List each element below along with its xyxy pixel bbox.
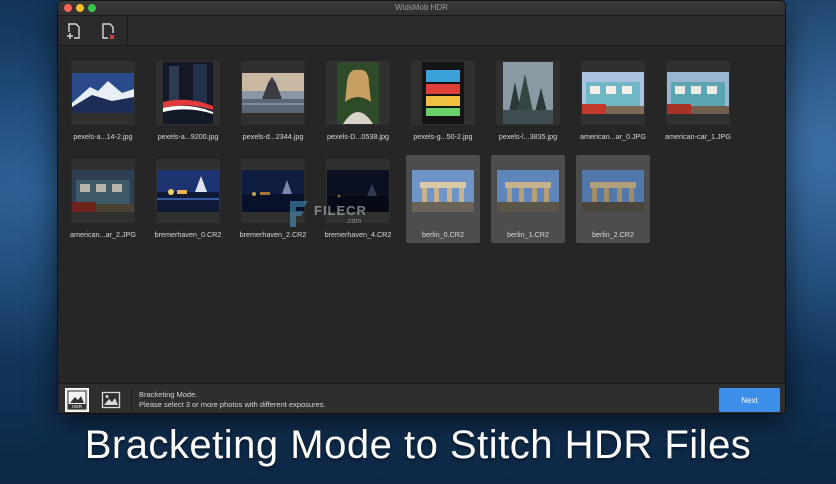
mode-title: Bracketing Mode. — [139, 390, 198, 399]
thumbnail-frame — [326, 61, 390, 125]
next-button[interactable]: Next — [719, 388, 780, 412]
thumbnail-label: american-car_1.JPG — [665, 132, 731, 141]
photo-image — [422, 62, 464, 124]
photo-thumbnail[interactable]: american...ar_2.JPG — [66, 155, 140, 243]
mode-divider — [131, 388, 132, 412]
photo-thumbnail[interactable]: pexels-l...3835.jpg — [491, 57, 565, 145]
thumbnail-label: american...ar_0.JPG — [580, 132, 646, 141]
thumbnail-frame — [581, 159, 645, 223]
bottom-bar: HDR Bracketing Mode. Please select 3 or … — [58, 383, 785, 413]
photo-image — [157, 170, 219, 212]
toolbar-divider — [127, 16, 128, 46]
photo-image — [163, 62, 213, 124]
title-bar: WidsMob HDR — [58, 1, 785, 16]
window-title: WidsMob HDR — [395, 3, 448, 12]
watermark: FILECR .com — [286, 195, 396, 231]
photo-thumbnail[interactable]: pexels-a...14-2.jpg — [66, 57, 140, 145]
thumbnail-frame — [156, 159, 220, 223]
photo-thumbnail[interactable]: american...ar_0.JPG — [576, 57, 650, 145]
photo-thumbnail[interactable]: pexels-D...0538.jpg — [321, 57, 395, 145]
thumbnail-label: american...ar_2.JPG — [70, 230, 136, 239]
thumbnail-frame — [241, 61, 305, 125]
photo-image — [242, 73, 304, 113]
thumbnail-label: pexels-d...2344.jpg — [242, 132, 304, 141]
photo-image — [412, 170, 474, 212]
svg-text:HDR: HDR — [72, 404, 82, 409]
add-photos-button[interactable] — [64, 21, 84, 41]
thumbnail-label: berlin_0.CR2 — [422, 230, 464, 239]
photo-grid: pexels-a...14-2.jpg pexels-a...9200.jpg — [58, 47, 785, 383]
thumbnail-frame — [666, 61, 730, 125]
thumbnail-label: pexels-a...14-2.jpg — [73, 132, 133, 141]
hdr-mode-button[interactable]: HDR — [65, 388, 89, 412]
photo-thumbnail[interactable]: pexels-g...50-2.jpg — [406, 57, 480, 145]
thumbnail-label: berlin_1.CR2 — [507, 230, 549, 239]
photo-image — [582, 72, 644, 114]
photo-image — [72, 170, 134, 212]
remove-photos-button[interactable] — [98, 21, 118, 41]
remove-file-icon — [102, 23, 116, 40]
photo-image — [667, 72, 729, 114]
thumbnail-label: bremerhaven_4.CR2 — [324, 230, 392, 239]
hdr-icon: HDR — [67, 390, 87, 410]
app-window: WidsMob HDR pexels-a...14-2.jpg pexels-a… — [57, 0, 786, 414]
thumbnail-frame — [71, 159, 135, 223]
thumbnail-label: pexels-g...50-2.jpg — [413, 132, 473, 141]
photo-thumbnail[interactable]: bremerhaven_0.CR2 — [151, 155, 225, 243]
photo-thumbnail[interactable]: american-car_1.JPG — [661, 57, 735, 145]
photo-thumbnail-selected[interactable]: berlin_1.CR2 — [491, 155, 565, 243]
thumbnail-frame — [71, 61, 135, 125]
photo-image — [582, 170, 644, 212]
thumbnail-label: pexels-l...3835.jpg — [498, 132, 558, 141]
toolbar — [58, 16, 785, 46]
mode-description: Please select 3 or more photos with diff… — [139, 400, 326, 409]
promo-caption: Bracketing Mode to Stitch HDR Files — [84, 423, 752, 467]
photo-thumbnail[interactable]: pexels-d...2344.jpg — [236, 57, 310, 145]
photo-thumbnail-selected[interactable]: berlin_0.CR2 — [406, 155, 480, 243]
thumbnail-frame — [496, 61, 560, 125]
thumbnail-label: berlin_2.CR2 — [592, 230, 634, 239]
add-file-icon — [66, 23, 80, 40]
watermark-logo — [290, 201, 308, 227]
photo-image — [503, 62, 553, 124]
thumbnail-frame — [411, 159, 475, 223]
thumbnail-frame — [411, 61, 475, 125]
thumbnail-frame — [156, 61, 220, 125]
thumbnail-label: pexels-a...9200.jpg — [157, 132, 219, 141]
photo-image — [72, 73, 134, 113]
single-image-mode-button[interactable] — [99, 388, 123, 412]
photo-image — [497, 170, 559, 212]
thumbnail-frame — [581, 61, 645, 125]
watermark-sub: .com — [346, 218, 362, 225]
photo-image — [337, 62, 379, 124]
thumbnail-label: bremerhaven_0.CR2 — [154, 230, 222, 239]
watermark-text: FILECR — [314, 203, 367, 218]
image-icon — [101, 391, 121, 409]
thumbnail-frame — [496, 159, 560, 223]
thumbnail-label: bremerhaven_2.CR2 — [239, 230, 307, 239]
photo-thumbnail[interactable]: pexels-a...9200.jpg — [151, 57, 225, 145]
thumbnail-label: pexels-D...0538.jpg — [327, 132, 389, 141]
photo-thumbnail-selected[interactable]: berlin_2.CR2 — [576, 155, 650, 243]
